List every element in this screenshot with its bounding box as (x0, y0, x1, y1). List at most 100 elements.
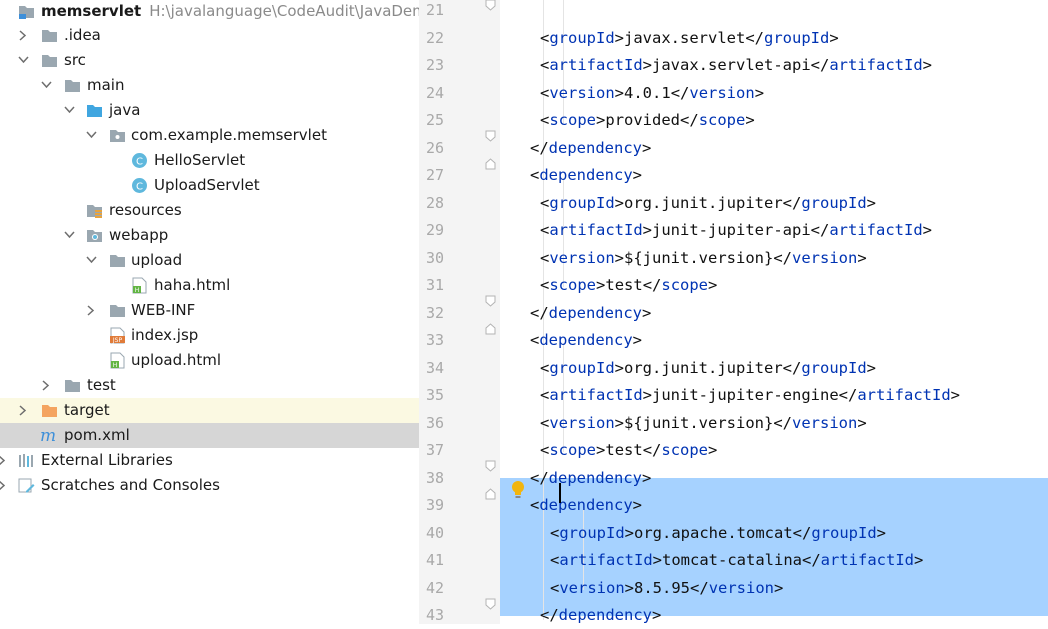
chevron-right-icon[interactable] (41, 373, 53, 398)
tree-item-uploadservlet[interactable]: C UploadServlet (0, 173, 419, 198)
line-number: 33 (425, 331, 444, 349)
line-number: 23 (425, 56, 444, 74)
project-tree[interactable]: memservlet H:\javalanguage\CodeAudit\Java… (0, 0, 419, 624)
jsp-file-icon: JSP (109, 327, 126, 344)
tree-item-label: Scratches and Consoles (41, 476, 220, 494)
lightbulb-icon[interactable] (510, 480, 526, 500)
line-number: 30 (425, 248, 444, 267)
code-line: <scope>test</scope> (540, 276, 718, 294)
chevron-right-icon[interactable] (18, 398, 30, 423)
chevron-right-icon[interactable] (0, 473, 9, 498)
fold-end-icon[interactable] (485, 127, 496, 142)
chevron-down-icon[interactable] (86, 248, 98, 273)
html-file-icon: H (109, 352, 126, 369)
module-folder-icon (18, 3, 35, 20)
line-number: 37 (425, 441, 444, 459)
line-number: 32 (425, 303, 444, 322)
tree-item-scratches[interactable]: Scratches and Consoles (0, 473, 419, 498)
svg-text:C: C (136, 157, 143, 168)
fold-end-icon[interactable] (485, 457, 496, 472)
chevron-down-icon[interactable] (18, 48, 30, 73)
code-line: <scope>provided</scope> (540, 111, 755, 129)
tree-item-java[interactable]: java (0, 98, 419, 123)
tree-item-label: upload (131, 251, 183, 269)
line-number: 26 (425, 138, 444, 157)
tree-item-webapp[interactable]: webapp (0, 223, 419, 248)
tree-item-label: upload.html (131, 351, 222, 369)
tree-item-idea[interactable]: .idea (0, 23, 419, 48)
tree-item-memservlet[interactable]: memservlet H:\javalanguage\CodeAudit\Java… (0, 0, 419, 24)
chevron-right-icon[interactable] (18, 23, 30, 48)
tree-item-haha-html[interactable]: H haha.html (0, 273, 419, 298)
tree-item-helloservlet[interactable]: C HelloServlet (0, 148, 419, 173)
line-number: 41 (425, 551, 444, 569)
line-number: 27 (425, 166, 444, 184)
line-number: 34 (425, 358, 444, 377)
tree-item-label: WEB-INF (131, 301, 196, 319)
tree-item-label: com.example.memservlet (131, 126, 327, 144)
code-line: <artifactId>javax.servlet-api</artifactI… (540, 56, 932, 74)
tree-item-label: webapp (109, 226, 169, 244)
fold-end-icon[interactable] (485, 595, 496, 610)
tree-item-target[interactable]: target (0, 398, 419, 423)
folder-icon (109, 252, 126, 269)
fold-end-icon[interactable] (485, 292, 496, 307)
tree-item-label: java (109, 101, 141, 119)
code-line: <groupId>javax.servlet</groupId> (540, 28, 839, 47)
code-line: <version>${junit.version}</version> (540, 413, 867, 432)
tree-item-label: .idea (64, 26, 101, 44)
fold-start-icon[interactable] (485, 155, 496, 170)
tree-item-main[interactable]: main (0, 73, 419, 98)
folder-icon (64, 77, 81, 94)
tree-item-label: UploadServlet (154, 176, 260, 194)
svg-text:C: C (136, 182, 143, 193)
chevron-right-icon[interactable] (86, 298, 98, 323)
line-number: 29 (425, 221, 444, 239)
tree-item-label: resources (109, 201, 182, 219)
svg-text:JSP: JSP (112, 337, 123, 344)
tree-item-label: External Libraries (41, 451, 173, 469)
fold-end-icon[interactable] (485, 0, 496, 11)
tree-item-web-inf[interactable]: WEB-INF (0, 298, 419, 323)
line-number: 40 (425, 523, 444, 542)
code-line: <scope>test</scope> (540, 441, 718, 459)
line-number: 42 (425, 578, 444, 597)
code-line: <dependency> (530, 331, 643, 349)
text-caret (559, 483, 561, 503)
project-path: H:\javalanguage\CodeAudit\JavaDemo (149, 2, 419, 20)
tree-item-test[interactable]: test (0, 373, 419, 398)
code-line: </dependency> (530, 138, 652, 157)
fold-start-icon[interactable] (485, 320, 496, 335)
fold-start-icon[interactable] (485, 485, 496, 500)
chevron-down-icon[interactable] (64, 223, 76, 248)
chevron-right-icon[interactable] (0, 448, 9, 473)
tree-item-label: test (87, 376, 116, 394)
tree-item-index-jsp[interactable]: JSP index.jsp (0, 323, 419, 348)
html-file-icon: H (131, 277, 148, 294)
chevron-down-icon[interactable] (64, 98, 76, 123)
tree-item-package[interactable]: com.example.memservlet (0, 123, 419, 148)
web-folder-icon (86, 227, 103, 244)
line-number: 35 (425, 386, 444, 404)
chevron-down-icon[interactable] (86, 123, 98, 148)
folder-icon (41, 27, 58, 44)
tree-item-upload-html[interactable]: H upload.html (0, 348, 419, 373)
excluded-folder-icon (41, 402, 58, 419)
tree-item-external-libraries[interactable]: External Libraries (0, 448, 419, 473)
tree-item-resources[interactable]: resources (0, 198, 419, 223)
code-line: <dependency> (530, 496, 643, 514)
resources-folder-icon (86, 202, 103, 219)
tree-item-upload[interactable]: upload (0, 248, 419, 273)
tree-item-label: index.jsp (131, 326, 199, 344)
tree-item-src[interactable]: src (0, 48, 419, 73)
line-number: 38 (425, 468, 444, 487)
svg-text:H: H (135, 287, 140, 294)
folder-icon (41, 52, 58, 69)
tree-item-pom-xml[interactable]: m pom.xml (0, 423, 419, 448)
scratches-icon (18, 477, 35, 494)
source-folder-icon (86, 102, 103, 119)
line-number: 31 (425, 276, 444, 294)
code-line: <artifactId>junit-jupiter-api</artifactI… (540, 221, 932, 239)
project-name: memservlet (41, 2, 142, 20)
chevron-down-icon[interactable] (41, 73, 53, 98)
